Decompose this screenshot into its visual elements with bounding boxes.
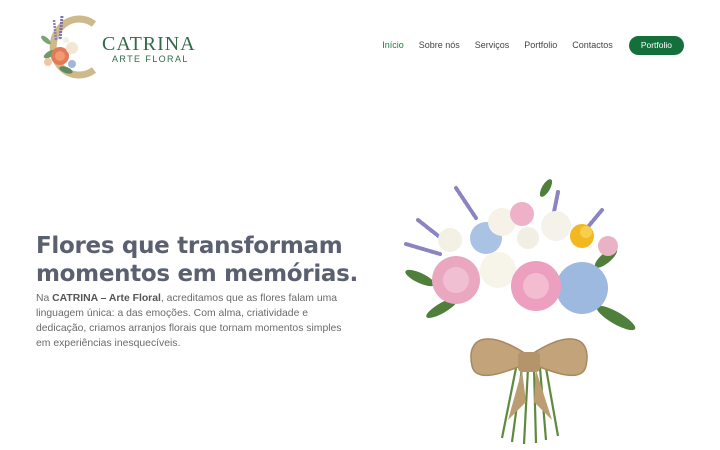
main-nav: Início Sobre nós Serviços Portfolio Cont… — [367, 35, 684, 55]
nav-item-contactos[interactable]: Contactos — [572, 36, 613, 54]
nav-item-sobre-nos[interactable]: Sobre nós — [419, 36, 460, 54]
bouquet-image — [404, 179, 636, 445]
portfolio-button[interactable]: Portfolio — [628, 35, 684, 55]
hero-brand: CATRINA – Arte Floral — [52, 293, 161, 304]
nav-item-inicio[interactable]: Início — [382, 36, 404, 54]
hero-description: Na CATRINA – Arte Floral, acreditamos qu… — [36, 291, 356, 351]
logo[interactable]: CATRINA ARTE FLORAL — [36, 10, 196, 80]
hero-text-prefix: Na — [36, 293, 53, 304]
logo-name: CATRINA — [102, 33, 196, 55]
hero-title: Flores que transformam momentos em memór… — [36, 233, 358, 287]
logo-subtitle: ARTE FLORAL — [112, 54, 189, 64]
nav-item-portfolio[interactable]: Portfolio — [524, 36, 557, 54]
nav-item-servicos[interactable]: Serviços — [475, 36, 510, 54]
floral-monogram-icon — [41, 15, 97, 79]
site-header: CATRINA ARTE FLORAL Início Sobre nós Ser… — [0, 0, 720, 90]
